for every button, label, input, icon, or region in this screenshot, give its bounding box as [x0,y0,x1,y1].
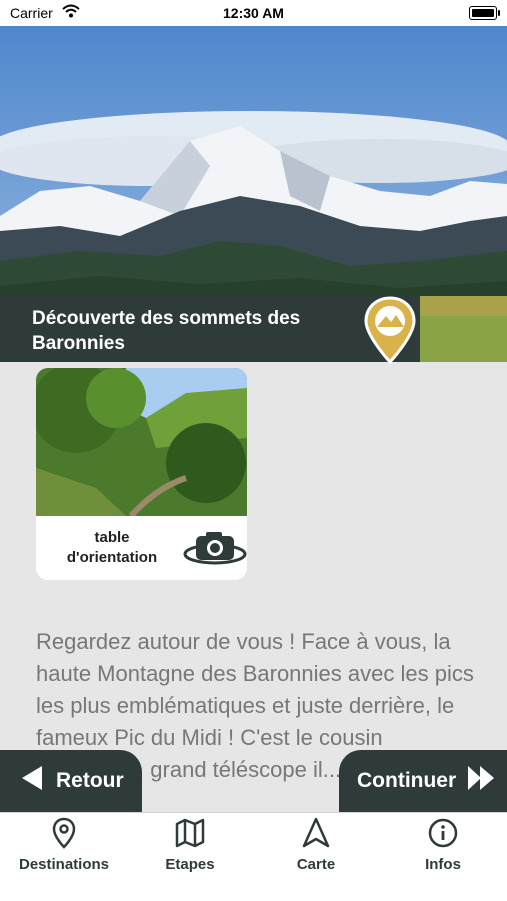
back-button[interactable]: Retour [0,750,142,812]
back-button-label: Retour [56,769,124,792]
mountain-pin-icon [362,296,418,371]
360-camera-icon[interactable] [182,528,247,573]
tab-etapes-label: Etapes [165,856,215,873]
tab-bar: Destinations Etapes Carte Infos [0,812,507,901]
page-title-bar: Découverte des sommets des Baronnies [0,296,420,362]
tab-destinations-label: Destinations [18,856,109,873]
continue-button-label: Continuer [357,769,457,792]
tab-carte-label: Carte [296,856,336,873]
orientation-table-card[interactable]: table d'orientation [36,368,247,580]
status-time: 12:30 AM [223,5,284,21]
triangle-left-icon [22,766,42,796]
card-photo [36,368,247,518]
tab-carte[interactable]: Carte [253,817,379,873]
fast-forward-icon [468,766,495,796]
map-pin-icon [51,817,77,853]
status-bar: Carrier 12:30 AM [0,0,507,26]
page-title: Découverte des sommets des Baronnies [32,308,301,354]
tab-infos-label: Infos [425,856,461,873]
navigation-arrow-icon [302,817,330,853]
card-label: table d'orientation [66,529,158,566]
battery-icon [469,6,500,20]
tab-etapes[interactable]: Etapes [127,817,253,873]
tab-destinations[interactable]: Destinations [1,817,127,873]
folded-map-icon [174,818,206,853]
tab-infos[interactable]: Infos [380,817,506,873]
continue-button[interactable]: Continuer [339,750,507,812]
info-icon [427,818,459,853]
